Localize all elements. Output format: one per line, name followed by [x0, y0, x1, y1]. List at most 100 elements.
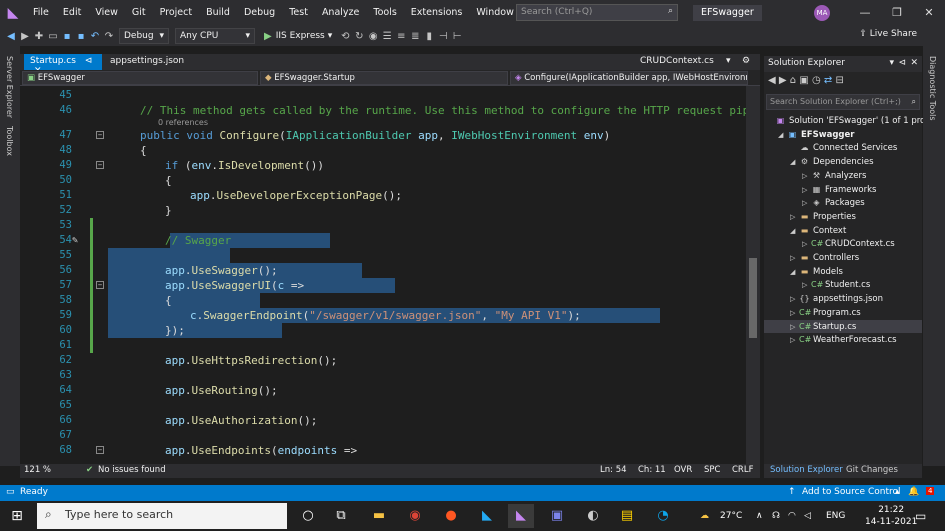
tree-item[interactable]: ▷ C# Startup.cs [764, 319, 922, 333]
visual-studio-icon[interactable]: ◣ [508, 504, 534, 528]
expand-arrow-icon[interactable]: ▷ [802, 238, 811, 251]
tree-item[interactable]: ☁ Connected Services [764, 141, 922, 154]
open-icon[interactable]: ▭ [46, 31, 60, 42]
back-icon[interactable]: ◀ [4, 31, 18, 42]
expand-arrow-icon[interactable]: ◢ [778, 129, 787, 142]
code-line[interactable]: 50 { [20, 173, 750, 188]
code-line[interactable]: 62 app.UseHttpsRedirection(); [20, 353, 750, 368]
code-editor[interactable]: 45 46 // This method gets called by the ru… [20, 86, 750, 464]
search-input[interactable]: Search (Ctrl+Q) ⌕ [516, 4, 678, 21]
expand-arrow-icon[interactable]: ◢ [790, 225, 799, 238]
expand-arrow-icon[interactable]: ▷ [790, 252, 799, 265]
tree-item[interactable]: ◢ ▬ Context [764, 224, 922, 237]
menu-project[interactable]: Project [153, 0, 200, 26]
expand-arrow-icon[interactable]: ◢ [790, 266, 799, 279]
close-button[interactable]: ✕ [913, 0, 945, 26]
tree-item[interactable]: ▷ ⚒ Analyzers [764, 169, 922, 182]
menu-view[interactable]: View [88, 0, 125, 26]
configuration-dropdown[interactable]: Debug ▾ [119, 28, 169, 44]
code-line[interactable]: 51 app.UseDeveloperExceptionPage(); [20, 188, 750, 203]
class-dropdown[interactable]: ◆ EFSwagger.Startup [260, 71, 508, 85]
collapse-icon[interactable]: − [96, 131, 104, 139]
tree-item[interactable]: ▷ ▬ Controllers [764, 251, 922, 264]
maximize-button[interactable]: ❐ [881, 0, 913, 26]
minimize-button[interactable]: — [849, 0, 881, 26]
debug-target-icon[interactable]: ⟲ [338, 31, 352, 42]
code-line[interactable]: 49 − if (env.IsDevelopment()) [20, 158, 750, 173]
member-dropdown[interactable]: ◈ Configure(IApplicationBuilder app, IWe… [510, 71, 748, 85]
expand-arrow-icon[interactable]: ▷ [802, 170, 811, 183]
menu-tools[interactable]: Tools [366, 0, 403, 26]
code-line[interactable]: 64 app.UseRouting(); [20, 383, 750, 398]
server-explorer-tab[interactable]: Server Explorer [5, 56, 14, 118]
code-line[interactable]: 45 [20, 88, 750, 103]
save-all-icon[interactable]: ▪ [74, 31, 88, 42]
expand-arrow-icon[interactable]: ▷ [802, 197, 811, 210]
output-icon[interactable]: ▭ [6, 487, 15, 497]
format-icon[interactable]: ☰ [380, 31, 394, 42]
tree-item[interactable]: ◢ ⚙ Dependencies [764, 155, 922, 168]
toolbox-tab[interactable]: Toolbox [5, 126, 14, 156]
tab-overflow-icon[interactable]: ▾ [720, 54, 737, 70]
weather-icon[interactable]: ☁ [700, 501, 709, 531]
bookmark-prev-icon[interactable]: ⊣ [436, 31, 450, 42]
live-share-button[interactable]: ⇪ Live Share [859, 29, 917, 39]
browser-link-icon[interactable]: ◉ [366, 31, 380, 42]
sticky-notes-icon[interactable]: ▤ [614, 504, 640, 528]
postman-icon[interactable]: ● [438, 504, 464, 528]
code-line[interactable]: 67 [20, 428, 750, 443]
code-line[interactable]: 57 − app.UseSwaggerUI(c => [20, 278, 750, 293]
new-project-icon[interactable]: ✚ [32, 31, 46, 42]
notification-bell-icon[interactable]: 🔔 [908, 487, 919, 497]
uncomment-icon[interactable]: ≣ [408, 31, 422, 42]
menu-window[interactable]: Window [469, 0, 520, 26]
menu-debug[interactable]: Debug [237, 0, 282, 26]
save-icon[interactable]: ▪ [60, 31, 74, 42]
expand-arrow-icon[interactable]: ▷ [790, 307, 799, 320]
tree-item[interactable]: ▷ C# Student.cs [764, 278, 922, 291]
menu-test[interactable]: Test [282, 0, 315, 26]
tab-solution-explorer[interactable]: Solution Explorer [770, 465, 843, 475]
menu-edit[interactable]: Edit [56, 0, 88, 26]
menu-file[interactable]: File [26, 0, 56, 26]
chevron-up-icon[interactable]: ∧ [756, 501, 763, 531]
tree-item[interactable]: ▷{} appsettings.json [764, 292, 922, 305]
volume-icon[interactable]: ◁ [804, 501, 811, 531]
code-line[interactable]: 56 app.UseSwagger(); [20, 263, 750, 278]
close-icon[interactable]: ✕ [910, 58, 918, 68]
code-line[interactable]: 68 − app.UseEndpoints(endpoints => [20, 443, 750, 458]
switch-view-icon[interactable]: ▣ [799, 75, 808, 86]
wifi-icon[interactable]: ◠ [788, 501, 796, 531]
collapse-icon[interactable]: − [96, 281, 104, 289]
tab-appsettings-json[interactable]: appsettings.json [104, 54, 190, 70]
code-line[interactable]: 53 [20, 218, 750, 233]
codelens-references[interactable]: 0 references [158, 118, 208, 127]
code-line[interactable]: 66 app.UseAuthorization(); [20, 413, 750, 428]
code-line[interactable]: 58 { [20, 293, 750, 308]
expand-arrow-icon[interactable]: ▷ [790, 293, 799, 306]
action-center-icon[interactable]: ▭ [915, 501, 926, 531]
tree-item[interactable]: ◢ ▬ Models [764, 265, 922, 278]
code-line[interactable]: 65 [20, 398, 750, 413]
tab-crudcontext-cs[interactable]: CRUDContext.cs [634, 54, 720, 70]
comment-icon[interactable]: ≡ [394, 31, 408, 42]
code-line[interactable]: 54 ✎ // Swagger [20, 233, 750, 248]
quick-actions-icon[interactable]: ✎ [72, 233, 78, 248]
avatar[interactable]: MA [814, 5, 830, 21]
issues-status[interactable]: No issues found [98, 465, 166, 475]
weather-temp[interactable]: 27°C [720, 501, 742, 531]
menu-git[interactable]: Git [125, 0, 153, 26]
code-line[interactable]: 60}); [20, 323, 750, 338]
teams-icon[interactable]: ▣ [544, 504, 570, 528]
tree-item[interactable]: ▷ ▬ Properties [764, 210, 922, 223]
tree-item[interactable]: ▷ ▦ Frameworks [764, 183, 922, 196]
menu-analyze[interactable]: Analyze [315, 0, 366, 26]
code-line[interactable]: 46 // This method gets called by the runt… [20, 103, 750, 118]
clock[interactable]: 21:22 14-11-2021 [865, 504, 917, 528]
edge-icon[interactable]: ◔ [650, 504, 676, 528]
redo-icon[interactable]: ↷ [102, 31, 116, 42]
expand-arrow-icon[interactable]: ▷ [790, 334, 799, 347]
code-line[interactable]: 48 { [20, 143, 750, 158]
run-button[interactable]: ▶ IIS Express ▾ [264, 31, 332, 42]
expand-arrow-icon[interactable]: ◢ [790, 156, 799, 169]
